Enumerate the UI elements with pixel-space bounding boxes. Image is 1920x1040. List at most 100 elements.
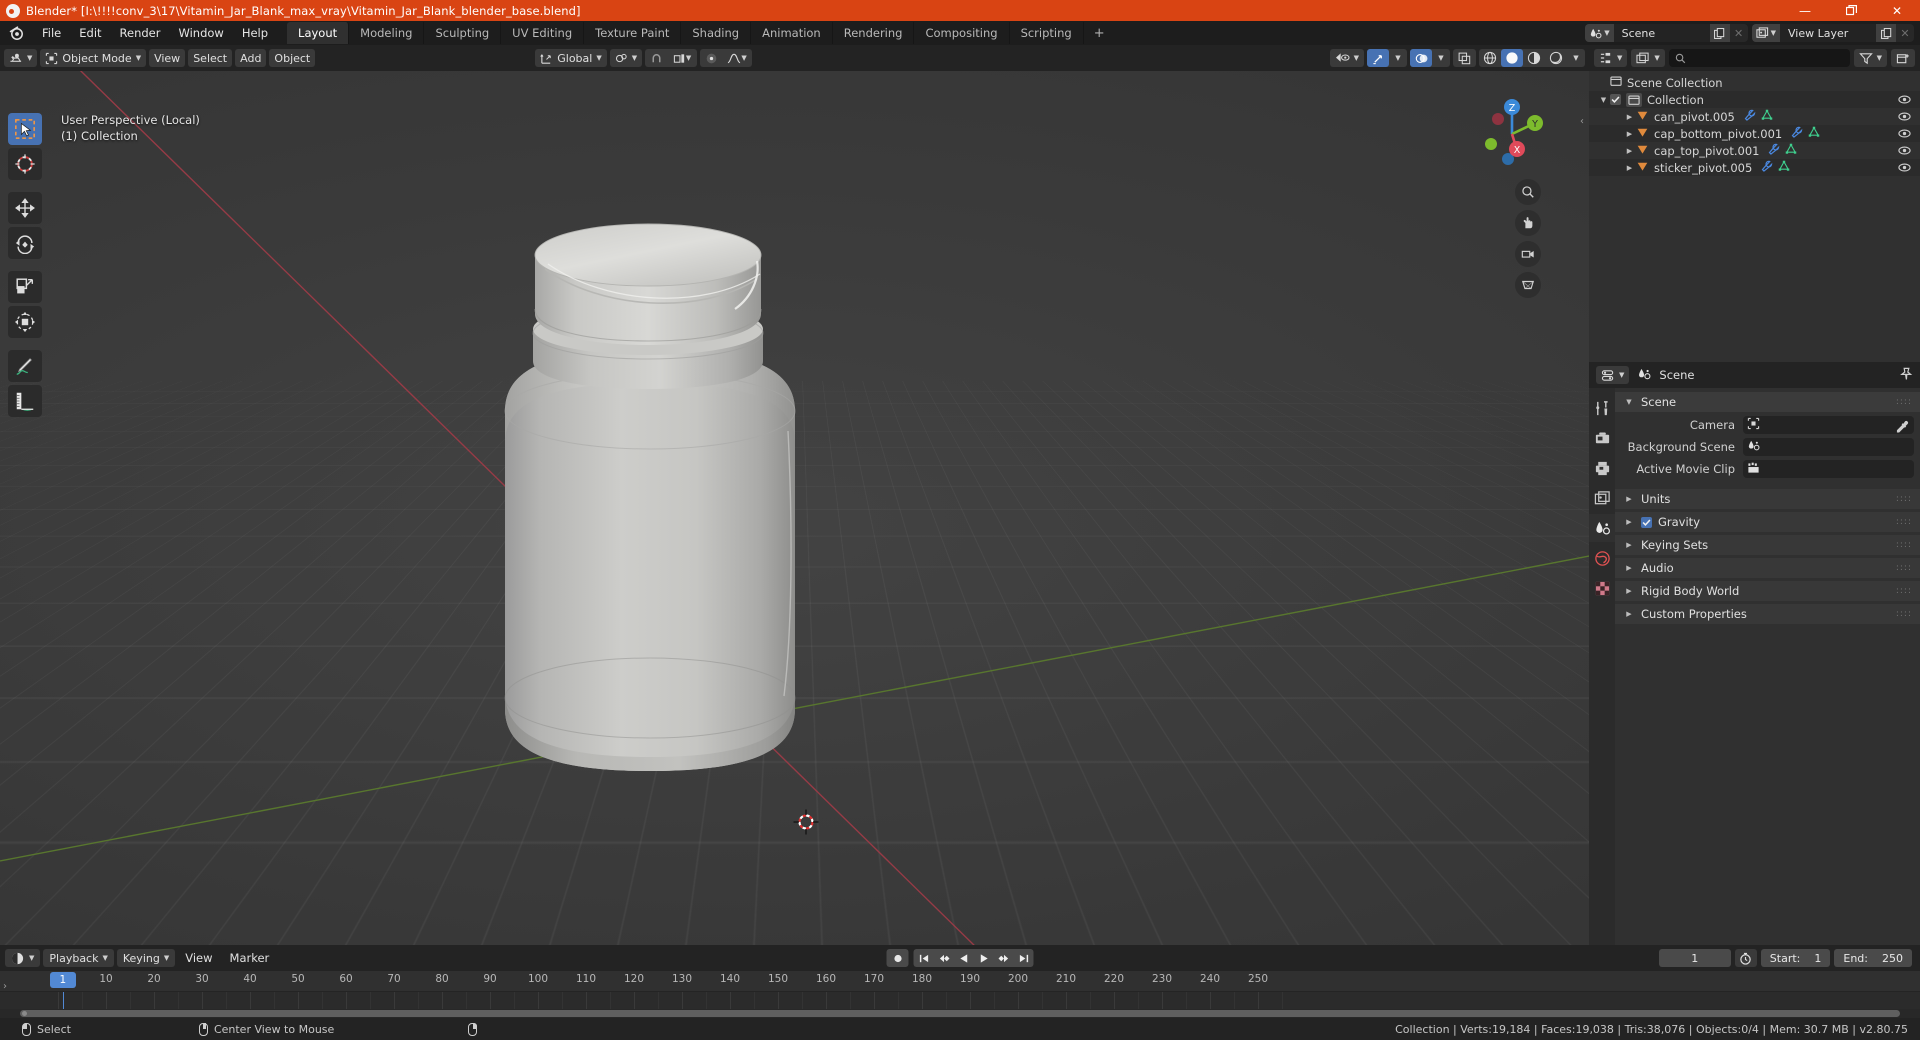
field-active-movie-clip[interactable]: Active Movie Clip: [1615, 459, 1914, 478]
gizmo-options-chevron[interactable]: ▼: [1389, 49, 1407, 67]
maximize-button[interactable]: [1828, 0, 1874, 21]
pin-icon[interactable]: [1899, 366, 1913, 385]
hide-in-viewport-icon[interactable]: [1898, 110, 1911, 126]
add-workspace-button[interactable]: +: [1084, 24, 1115, 43]
gravity-checkbox[interactable]: [1641, 516, 1652, 528]
menu-help[interactable]: Help: [233, 23, 277, 43]
snapping-group[interactable]: ▼: [645, 49, 698, 67]
outliner-editor[interactable]: ▼ ▼ ▼ ▶ Scene: [1589, 45, 1920, 362]
shading-wireframe-button[interactable]: [1479, 49, 1501, 67]
timeline-scrollbar-area[interactable]: [0, 1009, 1920, 1018]
menu-edit[interactable]: Edit: [70, 23, 110, 43]
modifier-icon[interactable]: [1791, 126, 1803, 141]
tab-compositing[interactable]: Compositing: [914, 22, 1010, 44]
camera-field[interactable]: [1743, 415, 1914, 434]
timeline-playhead[interactable]: 1: [49, 972, 76, 988]
hide-in-viewport-icon[interactable]: [1898, 144, 1911, 160]
new-view-layer-button[interactable]: [1876, 24, 1896, 42]
timeline-sidebar-toggle[interactable]: ›: [3, 981, 7, 992]
expand-triangle-icon[interactable]: ▶: [1623, 113, 1636, 121]
shading-material-preview-button[interactable]: [1523, 49, 1545, 67]
tab-uv-editing[interactable]: UV Editing: [501, 22, 585, 44]
modifier-icon[interactable]: [1744, 109, 1756, 124]
timeline-menu-view[interactable]: View: [178, 949, 219, 967]
panel-triangle-icon[interactable]: ▶: [1623, 541, 1635, 549]
tab-layout[interactable]: Layout: [287, 22, 350, 44]
auto-keying-toggle[interactable]: [1734, 949, 1757, 967]
transform-orientation-selector[interactable]: Global ▼: [535, 49, 607, 67]
interaction-mode-selector[interactable]: Object Mode ▼: [40, 49, 147, 67]
view-layer-selector[interactable]: ▼ View Layer ✕: [1751, 24, 1914, 42]
outliner-search-input[interactable]: [1668, 49, 1850, 67]
panel-header-gravity[interactable]: ▶ Gravity ::::: [1615, 512, 1920, 532]
current-frame-input[interactable]: 1: [1658, 949, 1731, 967]
tweak-select-box-tool[interactable]: [8, 113, 42, 145]
panel-header-units[interactable]: ▶ Units ::::: [1615, 489, 1920, 509]
panel-triangle-icon[interactable]: ▶: [1623, 587, 1635, 595]
outliner-editor-type-button[interactable]: ▼: [1594, 49, 1628, 67]
viewport-3d[interactable]: ▼ Object Mode ▼ View Select Add Object G…: [0, 45, 1589, 945]
camera-view-icon[interactable]: [1515, 241, 1541, 267]
proportional-editing-group[interactable]: ▼: [700, 49, 753, 67]
shading-solid-button[interactable]: [1501, 49, 1523, 67]
menu-file[interactable]: File: [33, 23, 70, 43]
xray-toggle[interactable]: [1453, 49, 1476, 67]
panel-header-scene[interactable]: ▼ Scene ::::: [1615, 392, 1920, 412]
timeline-horizontal-scrollbar[interactable]: [20, 1010, 1900, 1017]
shading-mode-group[interactable]: ▼: [1479, 49, 1585, 67]
tool-tab[interactable]: [1589, 394, 1615, 422]
overlays-group[interactable]: ▼: [1410, 49, 1450, 67]
expand-triangle-icon[interactable]: ▶: [1623, 164, 1636, 172]
panel-triangle-icon[interactable]: ▶: [1623, 610, 1635, 618]
scene-selector[interactable]: ▼ Scene ✕: [1585, 24, 1748, 42]
mesh-data-icon[interactable]: [1808, 126, 1820, 141]
panel-triangle-icon[interactable]: ▶: [1623, 564, 1635, 572]
navigation-gizmo[interactable]: Z Y X: [1471, 93, 1553, 175]
transform-tool[interactable]: [8, 306, 42, 338]
tab-rendering[interactable]: Rendering: [833, 22, 915, 44]
expand-triangle-icon[interactable]: ▶: [1623, 147, 1636, 155]
overlay-options-chevron[interactable]: ▼: [1432, 49, 1450, 67]
viewport-sidebar-toggle[interactable]: ‹: [1580, 116, 1584, 127]
gizmo-group[interactable]: ▼: [1367, 49, 1407, 67]
modifier-icon[interactable]: [1761, 160, 1773, 175]
viewport-menu-object[interactable]: Object: [269, 49, 316, 67]
outliner-display-mode-button[interactable]: ▼: [1631, 49, 1665, 67]
new-scene-button[interactable]: [1709, 24, 1730, 42]
menu-window[interactable]: Window: [169, 23, 232, 43]
view-layer-icon[interactable]: ▼: [1751, 24, 1780, 42]
rotate-tool[interactable]: [8, 227, 42, 259]
proportional-edit-icon[interactable]: [700, 49, 722, 67]
outliner-filter-button[interactable]: ▼: [1853, 49, 1887, 67]
outliner-row-scene-collection[interactable]: ▶ Scene Collection: [1589, 74, 1920, 91]
mesh-data-icon[interactable]: [1785, 143, 1797, 158]
unlink-scene-button[interactable]: ✕: [1730, 24, 1748, 42]
scene-tab[interactable]: [1589, 514, 1615, 542]
frame-start-input[interactable]: Start: 1: [1760, 949, 1831, 967]
scale-tool[interactable]: [8, 271, 42, 303]
field-camera[interactable]: Camera: [1615, 415, 1914, 434]
hide-in-viewport-icon[interactable]: [1898, 127, 1911, 143]
panel-triangle-icon[interactable]: ▼: [1623, 398, 1635, 406]
expand-triangle-icon[interactable]: ▶: [1623, 130, 1636, 138]
outliner-row-cap-top-pivot[interactable]: ▶ cap_top_pivot.001: [1589, 142, 1920, 159]
world-tab[interactable]: [1589, 544, 1615, 572]
tab-texture-paint[interactable]: Texture Paint: [584, 22, 682, 44]
tab-shading[interactable]: Shading: [681, 22, 752, 44]
expand-triangle-icon[interactable]: ▼: [1597, 96, 1610, 104]
shading-rendered-button[interactable]: [1545, 49, 1567, 67]
visibility-selector[interactable]: ▼: [1329, 49, 1364, 67]
play-reverse-button[interactable]: [954, 949, 974, 967]
annotate-tool[interactable]: [8, 350, 42, 382]
mesh-data-icon[interactable]: [1761, 109, 1773, 124]
tab-modeling[interactable]: Modeling: [349, 22, 425, 44]
jump-to-next-keyframe-button[interactable]: [994, 949, 1014, 967]
editor-type-button[interactable]: ▼: [4, 49, 38, 67]
measure-tool[interactable]: [8, 385, 42, 417]
tab-sculpting[interactable]: Sculpting: [424, 22, 502, 44]
close-button[interactable]: ✕: [1874, 0, 1920, 21]
timeline-menu-marker[interactable]: Marker: [223, 949, 277, 967]
tab-scripting[interactable]: Scripting: [1010, 22, 1084, 44]
toggle-perspective-icon[interactable]: [1515, 272, 1541, 298]
output-tab[interactable]: [1589, 454, 1615, 482]
